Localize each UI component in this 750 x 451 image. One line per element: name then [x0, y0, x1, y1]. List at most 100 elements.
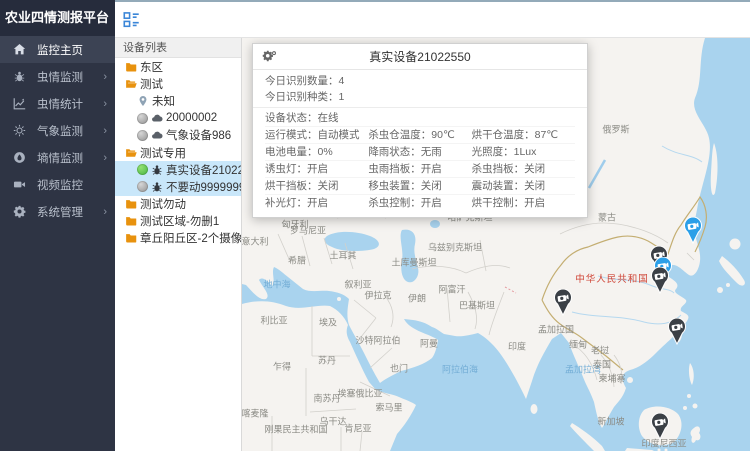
device-tree-row[interactable]: 测试区域-勿删1: [115, 213, 241, 230]
sidebar-item[interactable]: 墒情监测 ›: [0, 144, 115, 171]
map-marker-pin[interactable]: [650, 413, 670, 440]
chevron-right-icon: ›: [103, 206, 107, 218]
device-status-line: 设备状态：在线: [265, 110, 575, 126]
sidebar-item[interactable]: 视频监控 ›: [0, 171, 115, 198]
popup-grid-row: 烘干挡板：关闭移虫装置：关闭震动装置：关闭: [265, 177, 575, 194]
device-tree-row[interactable]: 不要动99999999: [115, 178, 241, 195]
chevron-right-icon: ›: [103, 71, 107, 83]
weather-station-icon: [151, 112, 163, 124]
map-marker-pin[interactable]: [667, 318, 687, 345]
map-marker-pin[interactable]: [683, 217, 703, 244]
popup-grid-row: 电池电量：0%降雨状态：无雨光照度：1Lux: [265, 143, 575, 160]
topbar: [115, 0, 750, 38]
device-tree-row[interactable]: 测试勿动: [115, 196, 241, 213]
chevron-right-icon: ›: [103, 125, 107, 137]
bug-icon: [13, 70, 26, 83]
device-tree-row[interactable]: 20000002: [115, 110, 241, 127]
popup-title: 真实设备21022550: [369, 50, 470, 64]
status-dot: [137, 113, 148, 124]
video-icon: [13, 178, 26, 191]
popup-field: 降雨状态：无雨: [368, 144, 471, 160]
popup-field: 虫雨挡板：开启: [368, 161, 471, 177]
status-dot: [137, 130, 148, 141]
popup-field: 烘干仓温度：87℃: [472, 127, 575, 143]
popup-field: 电池电量：0%: [265, 144, 368, 160]
device-tree-row[interactable]: 测试专用: [115, 144, 241, 161]
map-canvas[interactable]: 俄罗斯蒙古哈萨克斯坦乌兹别克斯坦捷克乌克兰匈牙利罗马尼亚意大利希腊土耳其地中海叙…: [242, 38, 750, 451]
sidebar-item-label: 墒情监测: [37, 150, 99, 166]
map-marker-pin[interactable]: [650, 267, 670, 294]
folder-icon: [125, 198, 137, 210]
folder-icon: [125, 215, 137, 227]
home-icon: [13, 43, 26, 56]
insect-device-icon: [151, 164, 163, 176]
main-area: 设备列表 东区 测试 未知 20000002 气象设备986 测试专用 真实设备…: [115, 0, 750, 451]
chart-icon: [13, 97, 26, 110]
popup-field: 震动装置：关闭: [472, 178, 575, 194]
sidebar-item[interactable]: 监控主页 ›: [0, 36, 115, 63]
chevron-right-icon: ›: [103, 152, 107, 164]
weather-icon: [13, 124, 26, 137]
device-label: 测试勿动: [140, 196, 186, 212]
map-marker-pin[interactable]: [553, 289, 573, 316]
sidebar-item[interactable]: 系统管理 ›: [0, 198, 115, 225]
gear-icon: [13, 205, 26, 218]
folder-icon: [125, 232, 137, 244]
settings-gear-icon[interactable]: [262, 50, 276, 64]
folder-open-icon: [125, 78, 137, 90]
location-pin-icon: [137, 95, 149, 107]
sidebar-item-label: 虫情监测: [37, 69, 99, 85]
popup-body: 今日识别数量：4 今日识别种类：1 设备状态：在线 运行模式：自动模式杀虫仓温度…: [253, 70, 587, 217]
sidebar-item-label: 虫情统计: [37, 96, 99, 112]
popup-field: 移虫装置：关闭: [368, 178, 471, 194]
popup-field: 烘干控制：开启: [472, 195, 575, 211]
popup-field: 运行模式：自动模式: [265, 127, 368, 143]
insect-device-icon: [151, 181, 163, 193]
device-tree-row[interactable]: 真实设备21022550: [115, 161, 241, 178]
weather-station-icon: [151, 129, 163, 141]
tree-toggle-icon[interactable]: [123, 11, 140, 28]
status-dot: [137, 164, 148, 175]
device-tree-row[interactable]: 未知: [115, 92, 241, 109]
status-dot: [137, 181, 148, 192]
sidebar: 农业四情测报平台 监控主页 › 虫情监测 › 虫情统计 › 气象监测 › 墒情监…: [0, 0, 115, 451]
device-panel-title: 设备列表: [115, 38, 241, 58]
device-tree-row[interactable]: 章丘阳丘区-2个摄像头: [115, 230, 241, 247]
popup-header: 真实设备21022550: [253, 44, 587, 70]
device-tree-row[interactable]: 测试: [115, 75, 241, 92]
device-label: 东区: [140, 59, 163, 75]
device-tree: 东区 测试 未知 20000002 气象设备986 测试专用 真实设备21022…: [115, 58, 241, 247]
device-info-popup: 真实设备21022550 今日识别数量：4 今日识别种类：1 设备状态：在线 运…: [252, 43, 588, 218]
soil-icon: [13, 151, 26, 164]
device-label: 真实设备21022550: [166, 162, 241, 178]
device-panel: 设备列表 东区 测试 未知 20000002 气象设备986 测试专用 真实设备…: [115, 38, 242, 451]
device-label: 章丘阳丘区-2个摄像头: [140, 230, 241, 246]
sidebar-menu: 监控主页 › 虫情监测 › 虫情统计 › 气象监测 › 墒情监测 › 视频监控 …: [0, 36, 115, 225]
popup-field: 杀虫挡板：关闭: [472, 161, 575, 177]
popup-field: 光照度：1Lux: [472, 144, 575, 160]
today-recognized-species: 今日识别种类：1: [265, 89, 575, 105]
popup-field: 杀虫控制：开启: [368, 195, 471, 211]
app-root: 农业四情测报平台 监控主页 › 虫情监测 › 虫情统计 › 气象监测 › 墒情监…: [0, 0, 750, 451]
device-label: 未知: [152, 93, 175, 109]
device-tree-row[interactable]: 东区: [115, 58, 241, 75]
sidebar-item-label: 视频监控: [37, 177, 99, 193]
sidebar-item-label: 监控主页: [37, 42, 99, 58]
folder-icon: [125, 61, 137, 73]
popup-field: 杀虫仓温度：90℃: [368, 127, 471, 143]
device-tree-row[interactable]: 气象设备986: [115, 127, 241, 144]
popup-grid-row: 诱虫灯：开启虫雨挡板：开启杀虫挡板：关闭: [265, 160, 575, 177]
device-label: 测试区域-勿删1: [140, 213, 219, 229]
popup-grid-row: 补光灯：开启杀虫控制：开启烘干控制：开启: [265, 194, 575, 211]
device-label: 测试: [140, 76, 163, 92]
popup-grid-row: 运行模式：自动模式杀虫仓温度：90℃烘干仓温度：87℃: [265, 126, 575, 143]
content: 设备列表 东区 测试 未知 20000002 气象设备986 测试专用 真实设备…: [115, 38, 750, 451]
today-recognized-count: 今日识别数量：4: [265, 73, 575, 89]
device-label: 气象设备986: [166, 127, 231, 143]
sidebar-item[interactable]: 虫情监测 ›: [0, 63, 115, 90]
sidebar-item[interactable]: 虫情统计 ›: [0, 90, 115, 117]
popup-field: 诱虫灯：开启: [265, 161, 368, 177]
sidebar-item-label: 气象监测: [37, 123, 99, 139]
popup-detail-grid: 运行模式：自动模式杀虫仓温度：90℃烘干仓温度：87℃电池电量：0%降雨状态：无…: [265, 126, 575, 211]
sidebar-item[interactable]: 气象监测 ›: [0, 117, 115, 144]
